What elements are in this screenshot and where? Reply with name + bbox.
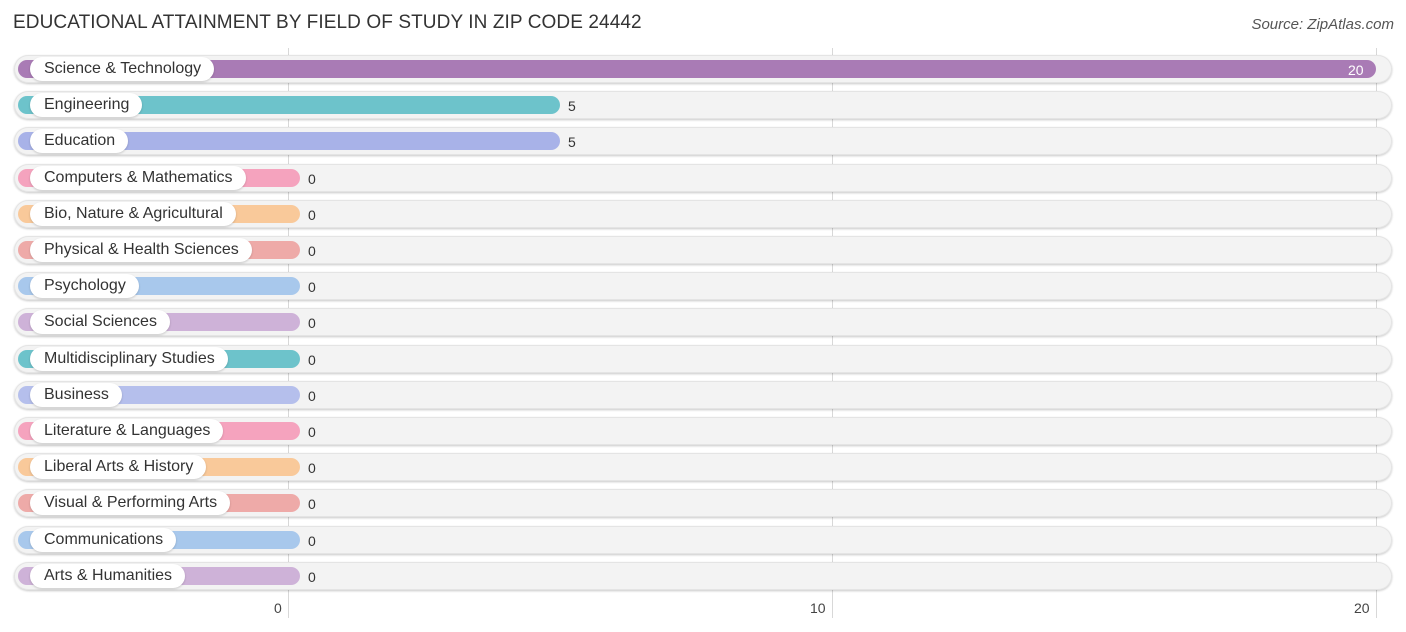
- value-label: 0: [308, 170, 316, 187]
- value-label: 0: [308, 206, 316, 223]
- x-tick-label: 0: [274, 600, 282, 616]
- category-label: Social Sciences: [30, 310, 170, 335]
- bar-chart: Science & Technology 20 Engineering 5 Educat…: [0, 0, 1406, 632]
- value-label: 0: [308, 568, 316, 585]
- category-label: Bio, Nature & Agricultural: [30, 201, 236, 226]
- category-label: Engineering: [30, 93, 143, 118]
- category-label: Education: [30, 129, 129, 154]
- category-label: Science & Technology: [30, 57, 215, 81]
- value-label: 0: [308, 532, 316, 549]
- value-label: 0: [308, 460, 316, 477]
- value-label: 0: [308, 496, 316, 513]
- x-tick-label: 10: [810, 600, 826, 616]
- value-label: 0: [308, 243, 316, 259]
- x-tick-label: 20: [1354, 600, 1370, 616]
- value-label: 5: [568, 98, 576, 115]
- value-label: 0: [308, 315, 316, 332]
- value-label: 0: [308, 424, 316, 440]
- value-label: 0: [308, 351, 316, 368]
- category-label: Computers & Mathematics: [30, 165, 246, 190]
- category-label: Communications: [30, 527, 177, 552]
- value-label: 20: [1348, 62, 1364, 78]
- category-label: Physical & Health Sciences: [30, 238, 252, 262]
- category-label: Multidisciplinary Studies: [30, 346, 228, 371]
- category-label: Business: [30, 382, 122, 407]
- category-label: Arts & Humanities: [30, 563, 186, 588]
- category-label: Literature & Languages: [30, 419, 224, 443]
- category-label: Visual & Performing Arts: [30, 491, 231, 516]
- value-label: 0: [308, 387, 316, 404]
- category-label: Liberal Arts & History: [30, 455, 207, 480]
- value-label: 0: [308, 279, 316, 296]
- value-label: 5: [568, 134, 576, 151]
- category-label: Psychology: [30, 274, 139, 299]
- bar[interactable]: [18, 60, 1376, 78]
